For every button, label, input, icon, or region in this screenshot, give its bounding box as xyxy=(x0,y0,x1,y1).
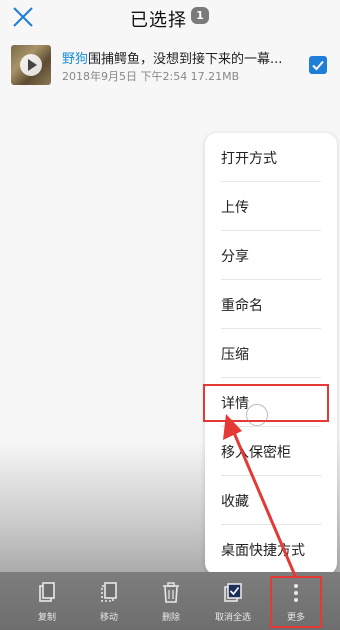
menu-item-label: 重命名 xyxy=(221,298,263,314)
file-name: 野狗围捕鳄鱼，没想到接下来的一幕... xyxy=(62,48,307,67)
play-icon xyxy=(20,54,42,76)
file-checkbox[interactable] xyxy=(309,56,327,74)
menu-item-label: 分享 xyxy=(221,249,249,265)
menu-item-upload[interactable]: 上传 xyxy=(205,182,337,231)
video-thumbnail xyxy=(11,45,51,85)
page-title: 已选择 xyxy=(130,10,187,31)
copy-icon xyxy=(39,582,55,602)
menu-item-label: 收藏 xyxy=(221,494,249,510)
menu-item-label: 压缩 xyxy=(221,347,249,363)
menu-item-label: 桌面快捷方式 xyxy=(221,543,305,559)
menu-item-rename[interactable]: 重命名 xyxy=(205,280,337,329)
menu-item-label: 上传 xyxy=(221,200,249,216)
more-menu: 打开方式 上传 分享 重命名 压缩 详情 移入保密柜 收藏 桌面快捷方式 xyxy=(205,133,337,575)
menu-item-compress[interactable]: 压缩 xyxy=(205,329,337,378)
menu-item-label: 移入保密柜 xyxy=(221,445,291,461)
deselect-all-button[interactable]: 取消全选 xyxy=(208,580,258,626)
menu-item-open-with[interactable]: 打开方式 xyxy=(205,133,337,182)
screen: 已选择 1 野狗围捕鳄鱼，没想到接下来的一幕... 2018年9月5日 下午2:… xyxy=(0,0,340,630)
file-meta: 2018年9月5日 下午2:54 17.21MB xyxy=(62,70,240,83)
copy-button[interactable]: 复制 xyxy=(22,580,72,626)
move-icon xyxy=(101,582,117,602)
move-label: 移动 xyxy=(99,613,118,623)
menu-item-favorite[interactable]: 收藏 xyxy=(205,476,337,525)
deselect-all-icon xyxy=(224,583,242,602)
menu-item-move-to-safe[interactable]: 移入保密柜 xyxy=(205,427,337,476)
menu-item-share[interactable]: 分享 xyxy=(205,231,337,280)
close-icon xyxy=(13,7,33,27)
checkmark-icon xyxy=(312,60,324,71)
delete-button[interactable]: 删除 xyxy=(146,580,196,626)
file-name-highlight: 野狗 xyxy=(62,52,89,67)
copy-label: 复制 xyxy=(37,613,56,623)
file-list-item[interactable]: 野狗围捕鳄鱼，没想到接下来的一幕... 2018年9月5日 下午2:54 17.… xyxy=(0,40,340,90)
menu-item-desktop-shortcut[interactable]: 桌面快捷方式 xyxy=(205,525,337,574)
more-highlight-box xyxy=(270,576,322,628)
menu-item-label: 打开方式 xyxy=(221,151,277,167)
trash-icon xyxy=(163,582,179,603)
delete-label: 删除 xyxy=(161,613,180,623)
touch-indicator xyxy=(246,404,268,426)
file-name-rest: 围捕鳄鱼，没想到接下来的一幕... xyxy=(88,52,283,67)
move-button[interactable]: 移动 xyxy=(84,580,134,626)
selected-count-badge: 1 xyxy=(191,7,209,24)
close-button[interactable] xyxy=(10,4,36,30)
deselect-all-label: 取消全选 xyxy=(214,613,251,623)
header: 已选择 1 xyxy=(0,0,340,36)
